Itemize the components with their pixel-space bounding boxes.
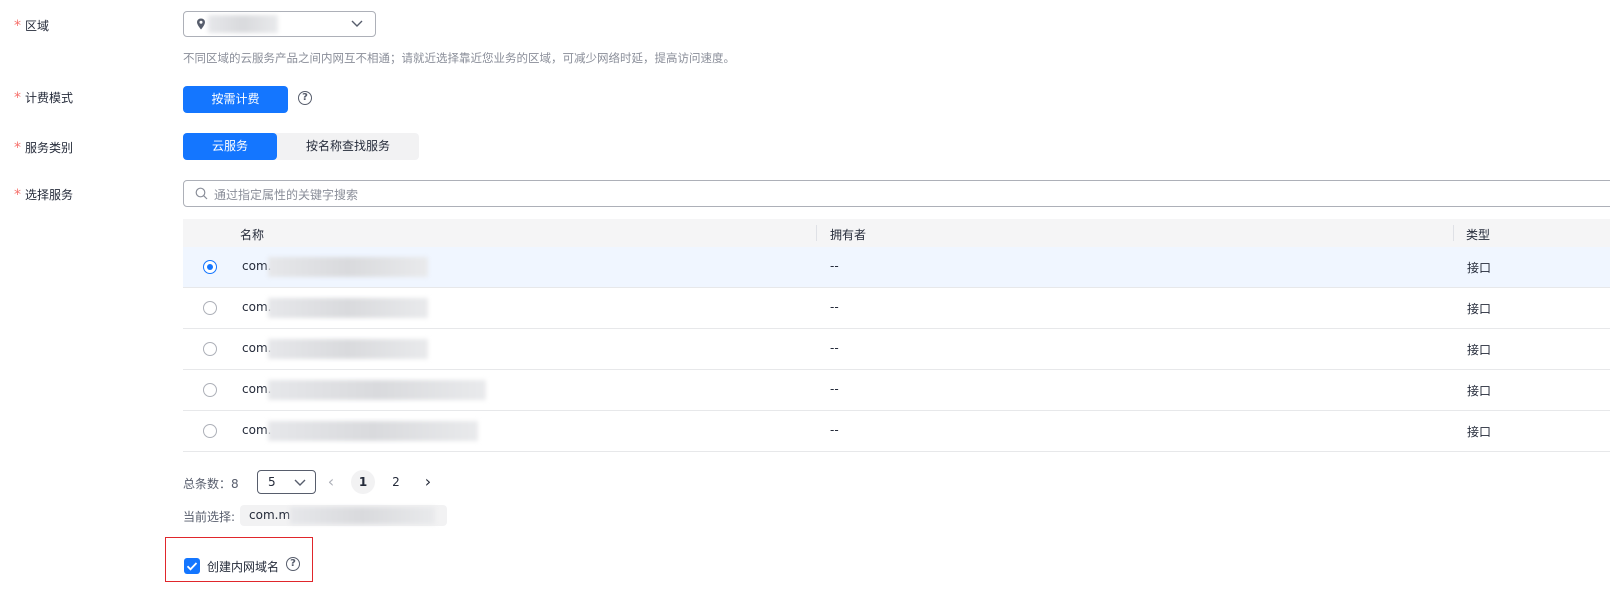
row-owner: --	[830, 382, 839, 396]
tab-find-by-name[interactable]: 按名称查找服务	[277, 133, 419, 160]
chevron-down-icon	[292, 474, 308, 493]
private-dns-help-icon[interactable]: ?	[286, 557, 300, 571]
column-divider	[1453, 225, 1454, 241]
row-radio[interactable]	[203, 342, 217, 356]
page-size-select[interactable]: 5	[257, 470, 316, 494]
table-row[interactable]: com. -- 接口	[183, 411, 1610, 452]
row-radio[interactable]	[203, 383, 217, 397]
location-pin-icon	[196, 18, 206, 33]
table-row[interactable]: com. -- 接口	[183, 247, 1610, 288]
region-label: * 区域	[14, 18, 50, 34]
row-owner: --	[830, 341, 839, 355]
select-service-label: * 选择服务	[14, 187, 74, 203]
region-value-redacted	[208, 15, 278, 33]
row-type: 接口	[1467, 261, 1492, 275]
row-radio[interactable]	[203, 424, 217, 438]
column-divider	[816, 225, 817, 241]
page-1-button[interactable]: 1	[351, 470, 375, 494]
column-header-type[interactable]: 类型	[1466, 226, 1490, 243]
billing-on-demand-button[interactable]: 按需计费	[183, 86, 288, 113]
column-header-owner[interactable]: 拥有者	[830, 226, 866, 243]
tab-cloud-service[interactable]: 云服务	[183, 133, 277, 160]
column-header-name[interactable]: 名称	[240, 226, 264, 243]
table-row[interactable]: com. -- 接口	[183, 329, 1610, 370]
page-size-value: 5	[268, 475, 276, 489]
row-name-redacted	[268, 298, 428, 318]
current-selection-label: 当前选择:	[183, 510, 236, 524]
table-row[interactable]: com. -- 接口	[183, 370, 1610, 411]
row-type: 接口	[1467, 302, 1492, 316]
search-placeholder: 通过指定属性的关键字搜索	[214, 188, 359, 202]
current-selection-redacted	[290, 507, 435, 524]
row-name-redacted	[268, 421, 478, 441]
row-name-redacted	[268, 257, 428, 277]
region-hint: 不同区域的云服务产品之间内网互不相通；请就近选择靠近您业务的区域，可减少网络时延…	[183, 51, 735, 65]
page-2-button[interactable]: 2	[384, 470, 408, 494]
table-header: 名称 拥有者 类型	[183, 219, 1610, 247]
row-type: 接口	[1467, 343, 1492, 357]
row-type: 接口	[1467, 425, 1492, 439]
row-name-redacted	[268, 380, 486, 400]
billing-label: * 计费模式	[14, 90, 74, 106]
service-type-label: * 服务类别	[14, 140, 74, 156]
row-owner: --	[830, 259, 839, 273]
service-type-tabs: 云服务 按名称查找服务	[183, 133, 419, 160]
total-count: 总条数：8	[183, 477, 239, 491]
create-private-dns-checkbox[interactable]	[184, 558, 200, 574]
row-owner: --	[830, 423, 839, 437]
next-page-button[interactable]: ›	[416, 470, 440, 494]
billing-help-icon[interactable]: ?	[298, 91, 312, 105]
row-name-redacted	[268, 339, 428, 359]
search-icon	[195, 187, 208, 203]
chevron-down-icon	[349, 15, 365, 31]
table-row[interactable]: com. -- 接口	[183, 288, 1610, 329]
prev-page-button[interactable]: ‹	[319, 470, 343, 494]
region-select[interactable]	[183, 11, 376, 37]
row-radio[interactable]	[203, 260, 217, 274]
row-radio[interactable]	[203, 301, 217, 315]
create-private-dns-label: 创建内网域名	[207, 560, 280, 574]
row-type: 接口	[1467, 384, 1492, 398]
highlight-box: 创建内网域名 ?	[165, 537, 313, 582]
row-owner: --	[830, 300, 839, 314]
current-selection-box: com.m	[240, 505, 447, 526]
current-selection-value: com.m	[249, 508, 291, 522]
service-search-input[interactable]: 通过指定属性的关键字搜索	[183, 180, 1610, 207]
